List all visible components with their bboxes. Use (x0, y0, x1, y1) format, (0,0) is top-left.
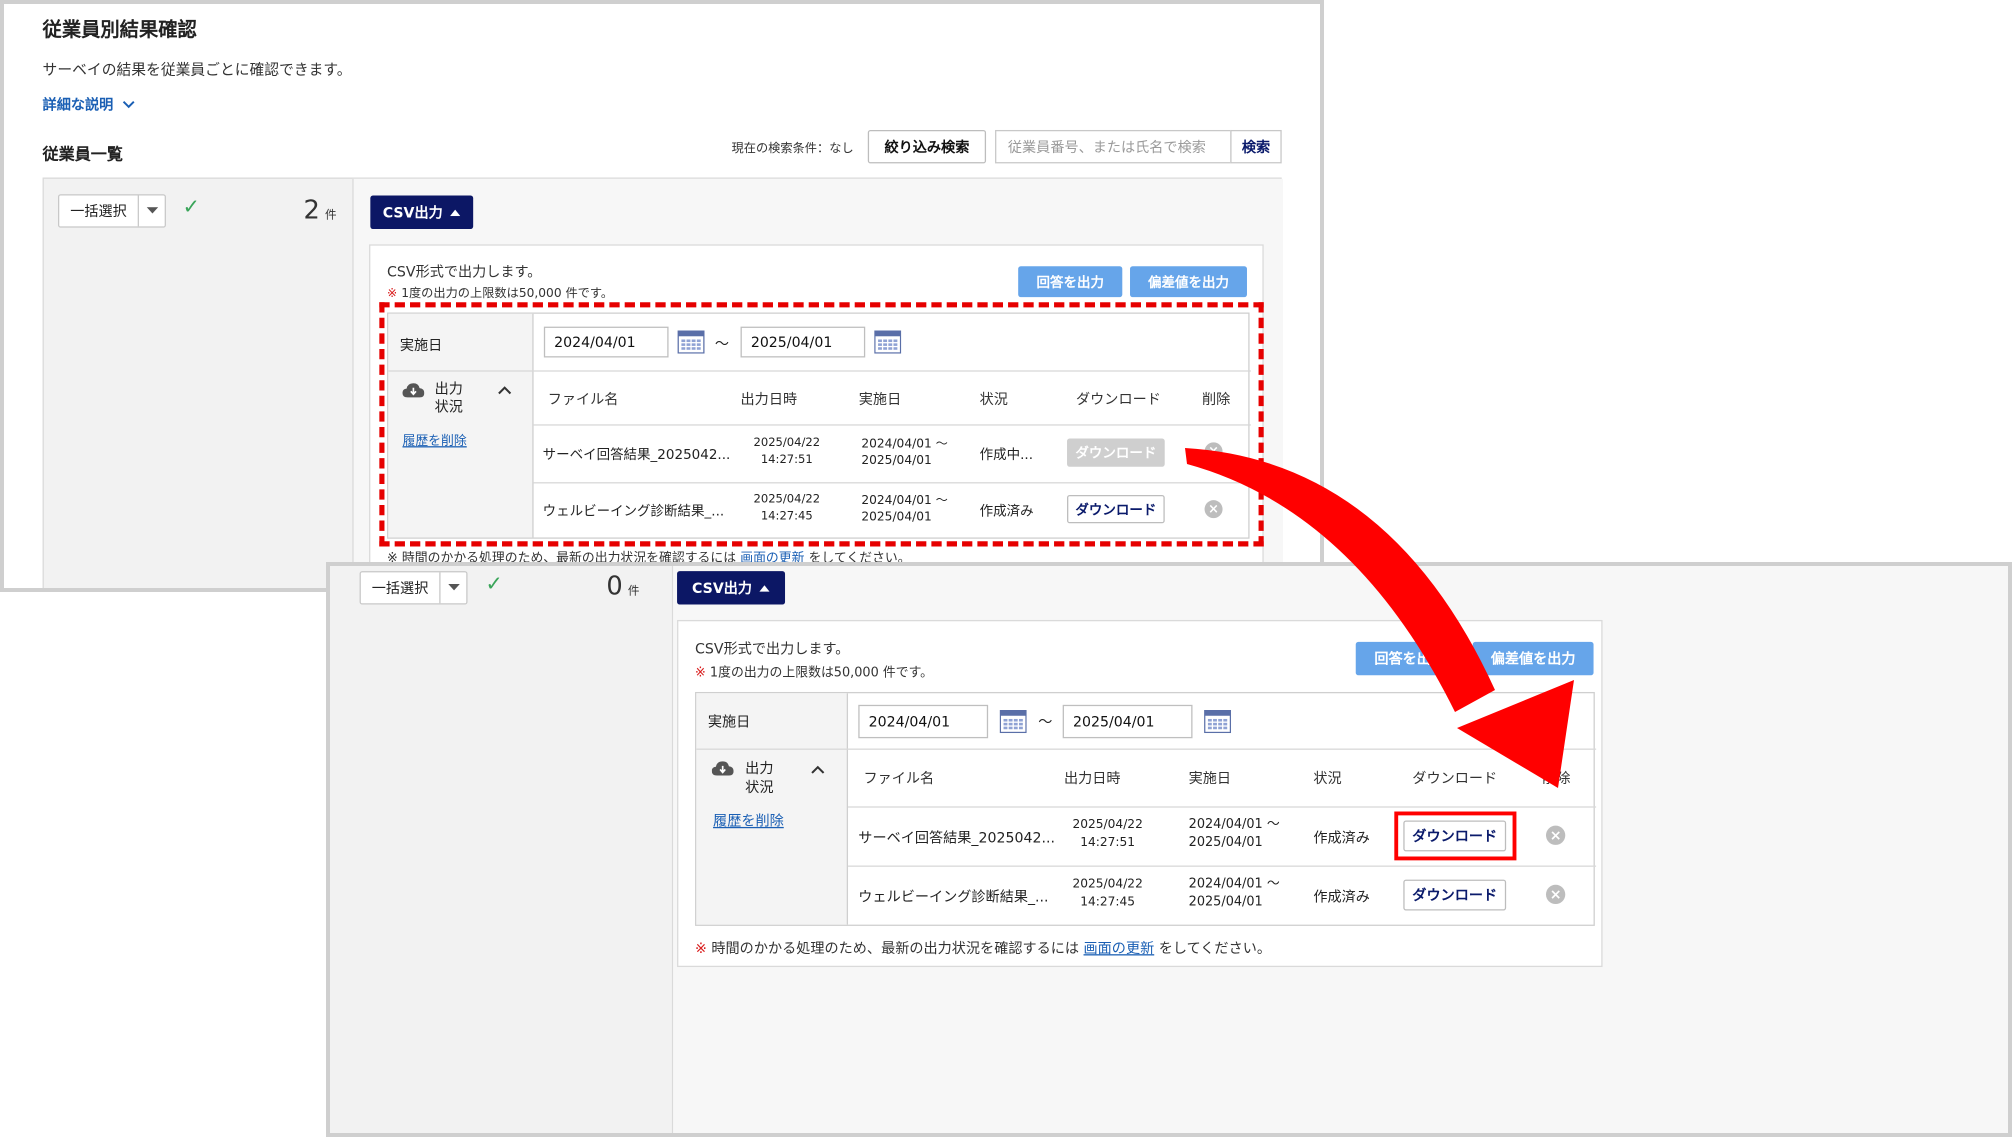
arrow-annotation-icon (1185, 448, 1574, 788)
